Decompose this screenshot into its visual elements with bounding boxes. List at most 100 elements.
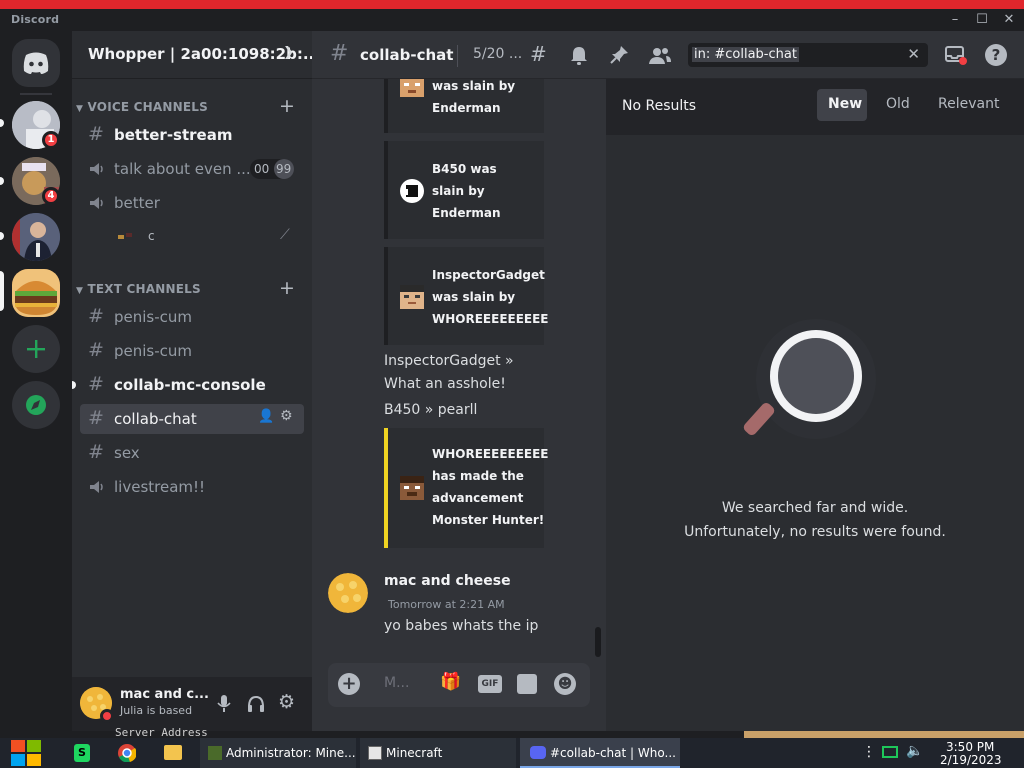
- help-icon[interactable]: ?: [985, 44, 1007, 66]
- chevron-down-icon: ▼: [76, 286, 84, 296]
- taskbar-app-minecraft[interactable]: Minecraft: [360, 738, 516, 768]
- voice-user-name: c: [148, 229, 155, 243]
- taskbar-app-label: #collab-chat | Who...: [550, 746, 676, 760]
- hash-icon: #: [88, 123, 104, 145]
- server-icon-3[interactable]: [12, 213, 60, 261]
- embed-line: was slain by: [432, 290, 516, 304]
- skin-face-icon: [400, 179, 424, 203]
- attach-plus-icon[interactable]: +: [338, 673, 360, 695]
- guild-header[interactable]: Whopper | 2a00:1098:2b:... ❯: [72, 31, 320, 79]
- file-explorer-taskbar-icon[interactable]: [164, 745, 182, 760]
- sort-tab-relevant[interactable]: Relevant: [938, 96, 999, 112]
- channel-collab-chat[interactable]: # collab-chat 👤 ⚙: [80, 404, 304, 434]
- chevron-down-icon: ❯: [283, 45, 294, 60]
- sort-tab-new[interactable]: New: [828, 96, 862, 112]
- chrome-taskbar-icon[interactable]: [118, 744, 136, 762]
- embed-line: B450 was: [432, 162, 497, 176]
- create-channel-icon[interactable]: +: [279, 277, 295, 299]
- channel-topic[interactable]: 5/20 ...: [473, 46, 522, 62]
- pinned-messages-icon[interactable]: [608, 44, 630, 66]
- search-input[interactable]: in: #collab-chat ✕: [688, 43, 928, 67]
- chat-area: was slain by Enderman B450 was slain by …: [312, 31, 606, 731]
- user-panel: mac and c... Julia is based ⚙: [72, 677, 312, 731]
- channel-livestream[interactable]: livestream!!: [80, 472, 304, 502]
- sort-tab-old[interactable]: Old: [886, 96, 910, 112]
- sticker-icon[interactable]: [517, 674, 537, 694]
- channel-label: penis-cum: [114, 308, 193, 326]
- clear-search-icon[interactable]: ✕: [907, 45, 920, 63]
- gift-icon[interactable]: 🎁: [440, 672, 461, 692]
- voice-user-c[interactable]: c ⟋: [80, 222, 304, 252]
- maximize-icon[interactable]: ☐: [972, 12, 992, 28]
- composer-placeholder[interactable]: M...: [384, 675, 409, 691]
- taskbar-app-cmd[interactable]: Administrator: Mine...: [200, 738, 356, 768]
- discord-home-button[interactable]: [12, 39, 60, 87]
- channel-label: collab-chat: [114, 410, 197, 428]
- windows-start-icon[interactable]: [10, 739, 42, 767]
- taskbar: S Administrator: Mine... Minecraft #coll…: [0, 738, 1024, 768]
- channel-penis-cum-2[interactable]: # penis-cum: [80, 336, 304, 366]
- embed-slain-2: B450 was slain by Enderman: [384, 141, 544, 239]
- server-icon-whopper[interactable]: [12, 269, 60, 317]
- category-label: TEXT CHANNELS: [87, 282, 201, 296]
- gear-icon[interactable]: ⚙: [280, 408, 293, 424]
- voice-channel-talk[interactable]: talk about even ... 00 99: [80, 154, 304, 184]
- hash-icon: #: [88, 339, 104, 361]
- embed-line: InspectorGadget: [432, 268, 545, 282]
- channel-better-stream[interactable]: # better-stream: [80, 120, 304, 150]
- embed-line: Monster Hunter!: [432, 513, 545, 527]
- notification-bell-icon[interactable]: [568, 44, 590, 66]
- channel-title: collab-chat: [360, 46, 454, 64]
- speaker-icon: [90, 197, 103, 209]
- text-channels-category[interactable]: ▼ TEXT CHANNELS +: [76, 277, 295, 299]
- message-author[interactable]: mac and cheese: [384, 573, 511, 589]
- category-label: VOICE CHANNELS: [87, 100, 208, 114]
- explore-servers-button[interactable]: [12, 381, 60, 429]
- magnifying-glass-icon: [743, 319, 876, 439]
- embed-advancement: WHOREEEEEEEEE has made the advancement M…: [384, 428, 548, 548]
- create-channel-icon[interactable]: +: [279, 95, 295, 117]
- mention-badge: 1: [42, 131, 60, 149]
- channel-sidebar: Whopper | 2a00:1098:2b:... ❯ ▼ VOICE CHA…: [72, 31, 320, 731]
- channel-penis-cum[interactable]: # penis-cum: [80, 302, 304, 332]
- clock-date[interactable]: 2/19/2023: [940, 753, 1002, 767]
- unread-pill: [0, 119, 4, 127]
- results-count: No Results: [622, 98, 697, 114]
- threads-icon[interactable]: #: [530, 42, 547, 66]
- empty-state-line-1: We searched far and wide.: [721, 500, 909, 516]
- unread-pill: [0, 177, 4, 185]
- voice-channels-category[interactable]: ▼ VOICE CHANNELS +: [76, 95, 295, 117]
- member-list-icon[interactable]: [648, 44, 672, 66]
- channel-label: better: [114, 194, 160, 212]
- scrollbar-thumb[interactable]: [595, 627, 601, 657]
- username: mac and c...: [120, 687, 209, 702]
- app-name: Discord: [11, 13, 60, 26]
- inbox-icon[interactable]: [944, 44, 968, 66]
- close-window-icon[interactable]: ✕: [999, 12, 1019, 28]
- invite-icon[interactable]: 👤: [258, 409, 274, 424]
- message-composer[interactable]: + M... 🎁 GIF ☻: [328, 663, 590, 707]
- settings-gear-icon[interactable]: ⚙: [278, 691, 295, 713]
- minimize-icon[interactable]: –: [945, 12, 965, 28]
- volume-icon[interactable]: 🔈: [906, 743, 923, 759]
- speaker-icon: [90, 163, 103, 175]
- microphone-icon[interactable]: [216, 694, 232, 714]
- headphones-icon[interactable]: [246, 694, 266, 714]
- gif-icon[interactable]: GIF: [478, 675, 502, 693]
- embed-line: Enderman: [432, 101, 501, 115]
- network-icon[interactable]: [882, 746, 898, 758]
- unread-pill: [0, 232, 4, 240]
- channel-label: better-stream: [114, 126, 233, 144]
- channel-collab-mc-console[interactable]: # collab-mc-console: [72, 370, 304, 400]
- speaker-icon: [90, 481, 103, 493]
- message-avatar[interactable]: [328, 573, 368, 613]
- channel-sex[interactable]: # sex: [80, 438, 304, 468]
- taskbar-app-discord[interactable]: #collab-chat | Who...: [520, 738, 680, 768]
- emoji-icon[interactable]: ☻: [554, 673, 576, 695]
- clock-time[interactable]: 3:50 PM: [946, 740, 994, 754]
- spotify-taskbar-icon[interactable]: S: [74, 744, 90, 762]
- voice-channel-better[interactable]: better: [80, 188, 304, 218]
- add-server-button[interactable]: [12, 325, 60, 373]
- overflow-menu-icon[interactable]: ⋮: [862, 744, 876, 760]
- minecraft-face-icon: [400, 476, 424, 500]
